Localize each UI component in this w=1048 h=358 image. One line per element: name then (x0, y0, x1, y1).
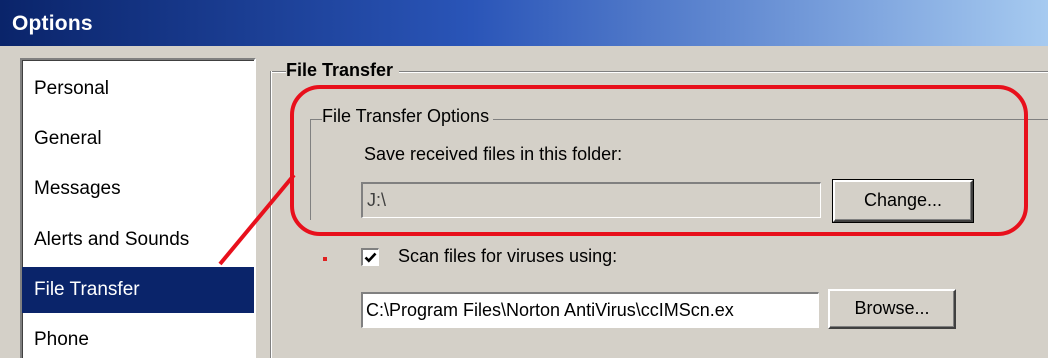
options-dialog: Options Personal General Messages Alerts… (0, 0, 1048, 358)
category-list[interactable]: Personal General Messages Alerts and Sou… (20, 58, 256, 358)
window-title: Options (12, 12, 93, 35)
save-folder-field[interactable]: J:\ (361, 182, 821, 218)
category-item-general[interactable]: General (22, 116, 254, 162)
checkmark-icon (364, 252, 377, 263)
section-title: File Transfer (286, 60, 400, 81)
group-title: File Transfer Options (322, 106, 494, 127)
scan-viruses-label[interactable]: Scan files for viruses using: (398, 246, 617, 267)
settings-panel: File Transfer File Transfer Options Save… (262, 46, 1048, 358)
browse-button[interactable]: Browse... (828, 289, 956, 329)
category-item-personal[interactable]: Personal (22, 66, 254, 112)
title-bar: Options (0, 0, 1048, 46)
antivirus-path-field[interactable]: C:\Program Files\Norton AntiVirus\ccIMSc… (361, 292, 819, 328)
category-item-messages[interactable]: Messages (22, 166, 254, 212)
save-folder-label: Save received files in this folder: (364, 144, 623, 164)
category-item-alerts-and-sounds[interactable]: Alerts and Sounds (22, 217, 254, 263)
scan-viruses-checkbox[interactable] (361, 248, 379, 266)
change-button[interactable]: Change... (832, 179, 974, 223)
category-item-phone[interactable]: Phone (22, 317, 254, 358)
section-divider-left (270, 71, 272, 358)
category-item-file-transfer[interactable]: File Transfer (22, 267, 254, 313)
red-marker-dot (323, 257, 327, 261)
